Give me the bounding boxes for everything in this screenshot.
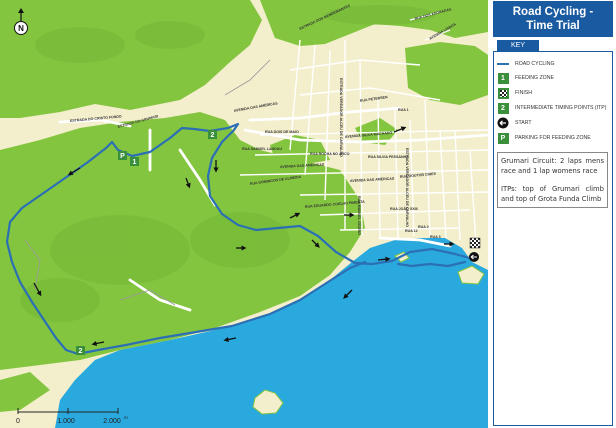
parking-icon: P: [497, 132, 509, 144]
legend-label: FINISH: [515, 90, 533, 96]
itp-marker-south: 2: [76, 346, 85, 355]
itp-info: ITPs: top of Grumari climb and top of Gr…: [501, 185, 604, 203]
street-label: RUA SAMUEL LANDAU: [242, 147, 282, 151]
checkered-flag-icon: [497, 87, 509, 99]
svg-text:1: 1: [133, 159, 137, 166]
street-label: RUA 2: [418, 225, 429, 229]
key-tab: KEY: [497, 40, 539, 51]
street-label: RUA JOÃO XXIII: [390, 206, 418, 211]
title-box: Road Cycling - Time Trial: [493, 1, 613, 37]
scale-label-0: 0: [16, 418, 20, 425]
start-arrow-icon: [497, 117, 509, 129]
street-label: RUA SILVIA PESSANHA: [368, 155, 409, 159]
legend-label: INTERMEDIATE TIMING POINTS (ITP): [515, 105, 607, 111]
legend-label: START: [515, 120, 532, 126]
legend-label: ROAD CYCLING: [515, 61, 555, 67]
street-label: RUA ROCHA NO ARCO: [310, 152, 350, 156]
parking-marker: P: [118, 151, 127, 160]
street-label: RUA DOIS DE MAIO: [265, 130, 299, 134]
legend-label: PARKING FOR FEEDING ZONE: [515, 135, 591, 141]
svg-text:2: 2: [211, 132, 215, 139]
svg-text:P: P: [120, 153, 125, 160]
street-label: RUA 1: [398, 108, 409, 112]
map: N 2 2 P 1 ESTRADA DO CRISTO FUNDO ESTRAD…: [0, 0, 488, 428]
compass-n-label: N: [18, 24, 24, 33]
legend-item-start: START: [497, 117, 532, 129]
scale-label-2000: 2.000: [103, 418, 121, 425]
scale-label-1000: 1.000: [57, 418, 75, 425]
legend-item-feeding-zone: 1 FEEDING ZONE: [497, 72, 554, 84]
street-label: RUA 3: [430, 235, 441, 239]
circuit-info: Grumari Circuit: 2 laps mens race and 1 …: [501, 157, 604, 175]
legend-label: FEEDING ZONE: [515, 75, 554, 81]
title-line-2: Time Trial: [526, 20, 580, 32]
legend-item-parking: P PARKING FOR FEEDING ZONE: [497, 132, 591, 144]
legend-panel: Road Cycling - Time Trial KEY ROAD CYCLI…: [491, 0, 616, 428]
street-label: RUA MANUEL CÍCERO: [357, 196, 362, 235]
scale-unit: m: [124, 415, 128, 420]
finish-flag-icon: [469, 237, 481, 249]
itp-marker-north: 2: [208, 130, 217, 139]
legend-item-road-cycling: ROAD CYCLING: [497, 58, 555, 70]
start-icon: [469, 252, 479, 262]
info-box: Grumari Circuit: 2 laps mens race and 1 …: [497, 152, 608, 208]
feeding-zone-marker: 1: [130, 157, 139, 166]
itp-icon: 2: [497, 102, 509, 114]
legend-item-finish: FINISH: [497, 87, 532, 99]
street-label: RUA 12: [405, 229, 418, 233]
legend-item-itp: 2 INTERMEDIATE TIMING POINTS (ITP): [497, 102, 606, 114]
street-label: ESTRADA VEREADOR ALCEU DE CARVALHO: [405, 148, 409, 227]
route-line-icon: [497, 63, 509, 65]
svg-text:2: 2: [79, 348, 83, 355]
title-line-1: Road Cycling -: [512, 6, 594, 18]
street-label: ESTRADA VEREADOR ALCEU DE CARVALHO: [339, 78, 343, 157]
feeding-zone-icon: 1: [497, 72, 509, 84]
